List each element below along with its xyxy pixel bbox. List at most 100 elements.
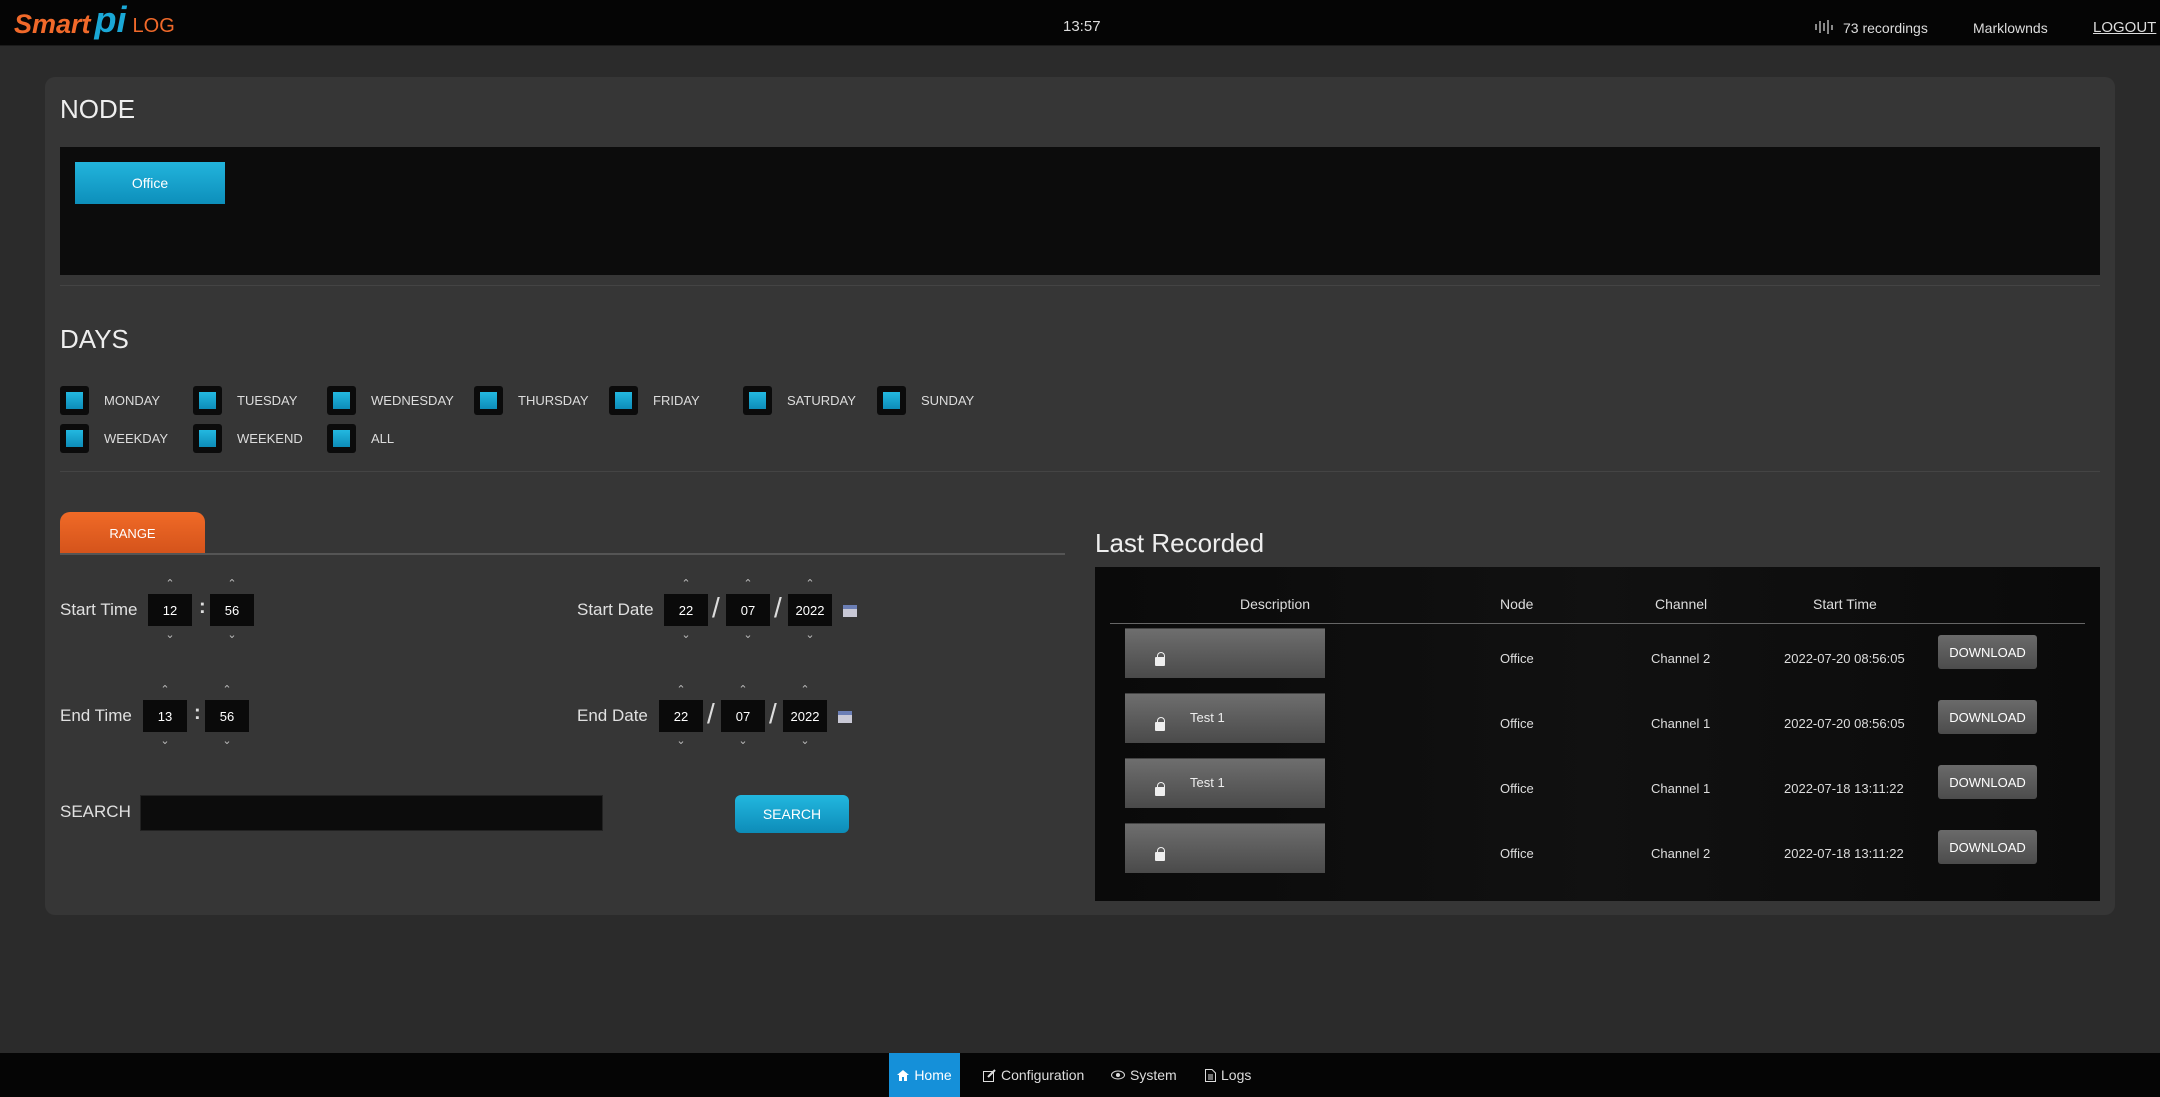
checkbox[interactable]: [327, 423, 356, 453]
column-header: Start Time: [1813, 596, 1877, 612]
search-button[interactable]: SEARCH: [735, 795, 849, 833]
checkbox[interactable]: [474, 385, 503, 415]
cell-node: Office: [1500, 781, 1534, 796]
nav-system[interactable]: System: [1111, 1053, 1177, 1097]
logout-link[interactable]: LOGOUT: [2093, 19, 2156, 36]
day-tuesday[interactable]: TUESDAY: [193, 385, 297, 415]
calendar-icon[interactable]: [843, 605, 857, 617]
chevron-up-icon[interactable]: ⌃: [783, 683, 827, 696]
app-logo: Smart pi LOG: [14, 0, 175, 44]
chevron-down-icon[interactable]: ⌄: [721, 734, 765, 747]
node-heading: NODE: [60, 94, 136, 124]
checkbox[interactable]: [60, 385, 89, 415]
day-weekday[interactable]: WEEKDAY: [60, 423, 168, 453]
cell-start-time: 2022-07-20 08:56:05: [1784, 651, 1905, 666]
time-colon: :: [199, 596, 206, 618]
description-field[interactable]: [1125, 628, 1325, 678]
chevron-down-icon[interactable]: ⌄: [148, 628, 192, 641]
node-list: [60, 147, 2100, 275]
start-date-label: Start Date: [577, 600, 654, 619]
day-monday[interactable]: MONDAY: [60, 385, 160, 415]
download-button[interactable]: DOWNLOAD: [1938, 700, 2037, 734]
checkbox[interactable]: [609, 385, 638, 415]
day-label: FRIDAY: [653, 392, 700, 408]
chevron-down-icon[interactable]: ⌄: [788, 628, 832, 641]
day-sunday[interactable]: SUNDAY: [877, 385, 974, 415]
start-minute-field[interactable]: 56: [210, 594, 254, 626]
day-thursday[interactable]: THURSDAY: [474, 385, 589, 415]
checkbox[interactable]: [327, 385, 356, 415]
start-day-field[interactable]: 22: [664, 594, 708, 626]
recordings-count[interactable]: 73 recordings: [1843, 20, 1928, 36]
tab-range[interactable]: RANGE: [60, 512, 205, 554]
day-saturday[interactable]: SATURDAY: [743, 385, 856, 415]
start-year-field[interactable]: 2022: [788, 594, 832, 626]
chevron-up-icon[interactable]: ⌃: [659, 683, 703, 696]
chevron-down-icon[interactable]: ⌄: [210, 628, 254, 641]
day-friday[interactable]: FRIDAY: [609, 385, 700, 415]
chevron-down-icon[interactable]: ⌄: [726, 628, 770, 641]
nav-configuration[interactable]: Configuration: [983, 1053, 1084, 1097]
day-wednesday[interactable]: WEDNESDAY: [327, 385, 454, 415]
nav-logs[interactable]: Logs: [1205, 1053, 1251, 1097]
chevron-up-icon[interactable]: ⌃: [143, 683, 187, 696]
description-text: Test 1: [1190, 710, 1225, 725]
logo-pi: pi: [94, 0, 127, 40]
nav-label: Configuration: [1001, 1067, 1085, 1083]
header-divider: [1110, 623, 2085, 624]
checkbox[interactable]: [193, 385, 222, 415]
logo-smart: Smart: [14, 8, 91, 39]
cell-channel: Channel 1: [1651, 781, 1711, 796]
chevron-down-icon[interactable]: ⌄: [664, 628, 708, 641]
clock: 13:57: [1063, 18, 1101, 35]
checkbox[interactable]: [193, 423, 222, 453]
chevron-up-icon[interactable]: ⌃: [726, 577, 770, 590]
username: Marklownds: [1973, 20, 2048, 36]
node-button-office[interactable]: Office: [75, 162, 225, 204]
cell-channel: Channel 2: [1651, 846, 1711, 861]
download-button[interactable]: DOWNLOAD: [1938, 635, 2037, 669]
search-input[interactable]: [140, 795, 603, 831]
chevron-up-icon[interactable]: ⌃: [788, 577, 832, 590]
column-header: Node: [1500, 596, 1534, 612]
end-date-label: End Date: [577, 706, 648, 725]
day-weekend[interactable]: WEEKEND: [193, 423, 303, 453]
day-label: WEDNESDAY: [371, 392, 454, 408]
end-day-field[interactable]: 22: [659, 700, 703, 732]
chevron-up-icon[interactable]: ⌃: [664, 577, 708, 590]
checkbox[interactable]: [743, 385, 772, 415]
waveform-icon: [1815, 20, 1835, 34]
chevron-down-icon[interactable]: ⌄: [205, 734, 249, 747]
checkbox[interactable]: [877, 385, 906, 415]
end-hour-field[interactable]: 13: [143, 700, 187, 732]
nav-home[interactable]: Home: [889, 1053, 960, 1097]
start-month-field[interactable]: 07: [726, 594, 770, 626]
description-field[interactable]: [1125, 823, 1325, 873]
chevron-up-icon[interactable]: ⌃: [148, 577, 192, 590]
download-button[interactable]: DOWNLOAD: [1938, 765, 2037, 799]
chevron-up-icon[interactable]: ⌃: [721, 683, 765, 696]
day-label: ALL: [371, 430, 395, 446]
start-hour-field[interactable]: 12: [148, 594, 192, 626]
description-field[interactable]: Test 1: [1125, 758, 1325, 808]
chevron-up-icon[interactable]: ⌃: [210, 577, 254, 590]
download-button[interactable]: DOWNLOAD: [1938, 830, 2037, 864]
chevron-down-icon[interactable]: ⌄: [659, 734, 703, 747]
chevron-down-icon[interactable]: ⌄: [143, 734, 187, 747]
checkbox[interactable]: [60, 423, 89, 453]
cell-channel: Channel 1: [1651, 716, 1711, 731]
end-year-field[interactable]: 2022: [783, 700, 827, 732]
end-minute-field[interactable]: 56: [205, 700, 249, 732]
end-month-field[interactable]: 07: [721, 700, 765, 732]
description-field[interactable]: Test 1: [1125, 693, 1325, 743]
date-slash: /: [707, 698, 715, 729]
chevron-down-icon[interactable]: ⌄: [783, 734, 827, 747]
date-slash: /: [769, 698, 777, 729]
date-slash: /: [774, 592, 782, 623]
start-time-label: Start Time: [60, 600, 138, 619]
day-all[interactable]: ALL: [327, 423, 394, 453]
cell-node: Office: [1500, 651, 1534, 666]
chevron-up-icon[interactable]: ⌃: [205, 683, 249, 696]
calendar-icon[interactable]: [838, 711, 852, 723]
lock-icon: [1155, 847, 1165, 861]
